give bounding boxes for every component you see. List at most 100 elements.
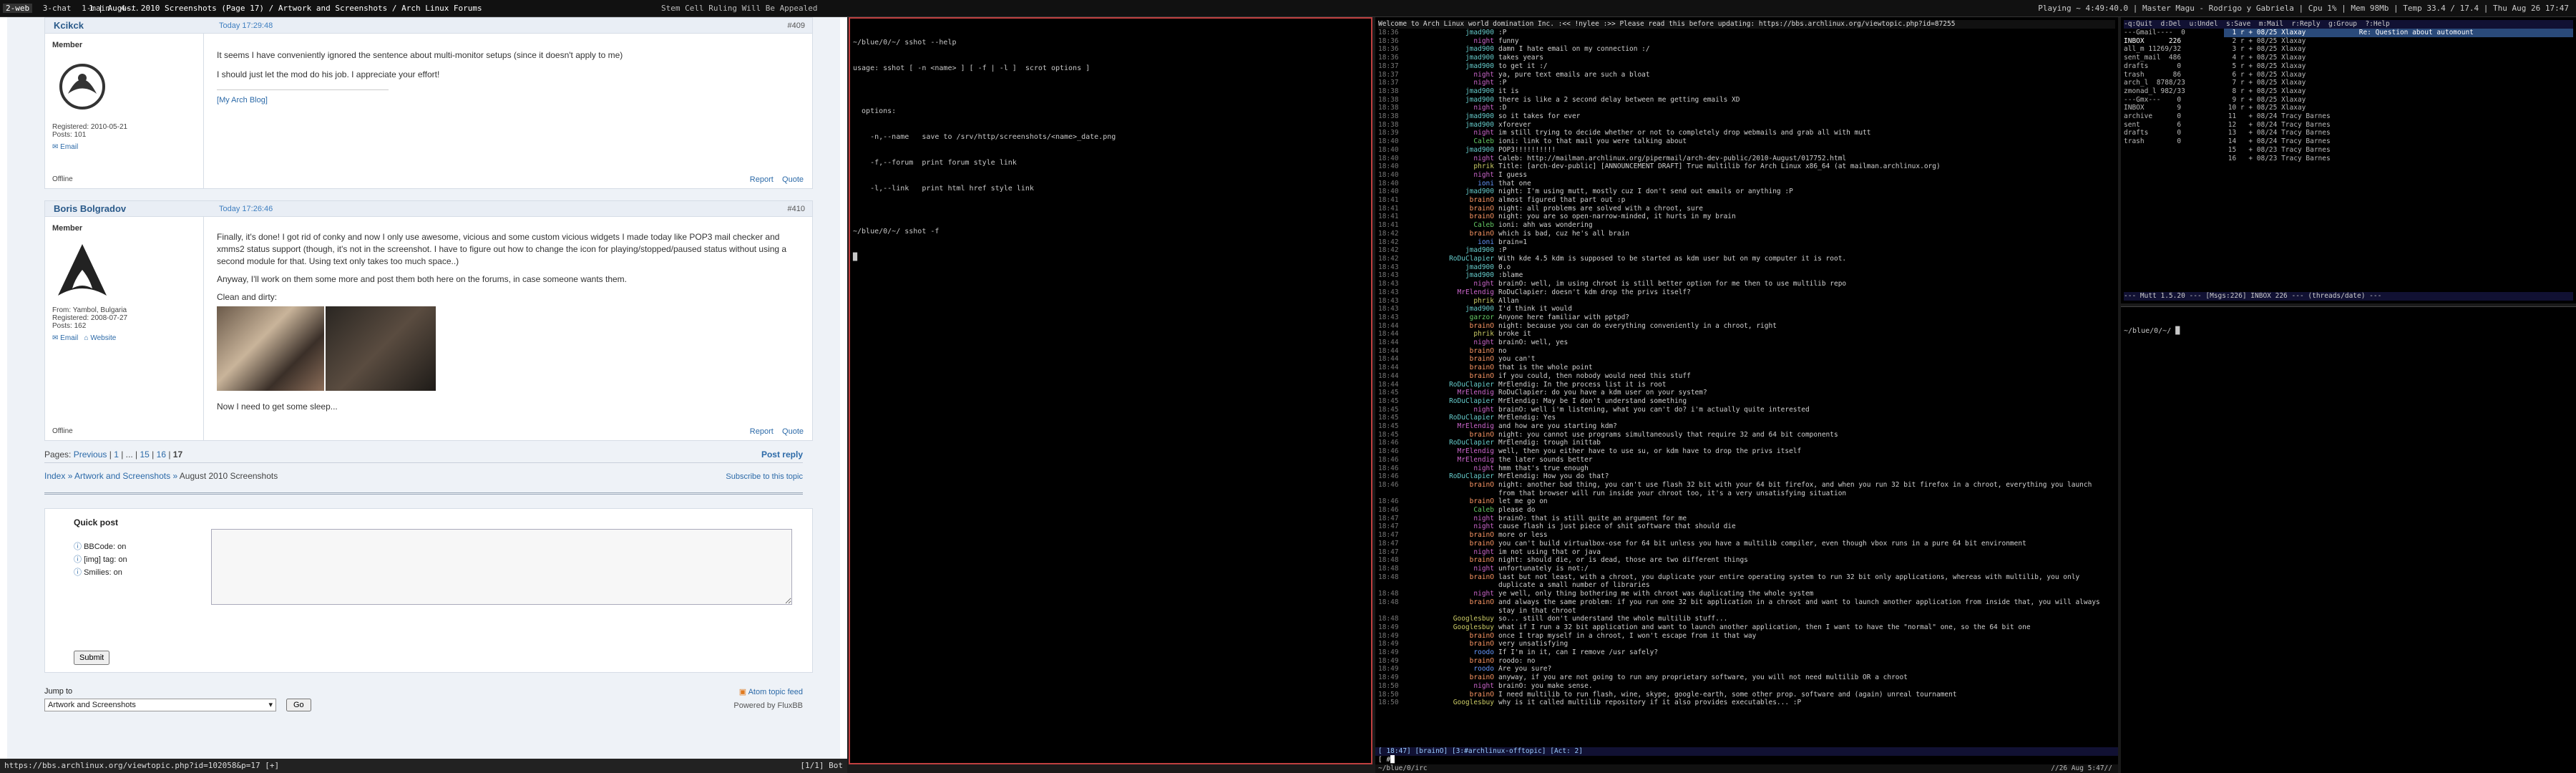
irc-topic: Welcome to Arch Linux world domination I… xyxy=(1378,20,2115,29)
browser-window: Kcikck Today 17:29:48 #409 Member Regist… xyxy=(0,17,847,773)
mail-index-row[interactable]: 4 r + 08/25 Xlaxay xyxy=(2224,54,2573,62)
post-reply-link[interactable]: Post reply xyxy=(761,449,803,460)
irc-clock: //26 Aug 5:47// xyxy=(2051,764,2112,772)
mail-folder[interactable]: zmonad_l 982/33 xyxy=(2124,87,2224,96)
mail-index-row[interactable]: 3 r + 08/25 Xlaxay xyxy=(2224,45,2573,54)
screenshot-thumbnail[interactable] xyxy=(326,306,436,391)
website-link[interactable]: ⌂ Website xyxy=(84,334,117,342)
email-link[interactable]: ✉ Email xyxy=(52,143,196,151)
post-number[interactable]: #409 xyxy=(788,18,805,34)
mail-index-row[interactable]: 9 r + 08/25 Xlaxay xyxy=(2224,96,2573,104)
quick-post-box: Quick post ⓘ BBCode: on ⓘ [img] tag: on … xyxy=(44,508,813,673)
post-time[interactable]: Today 17:29:48 xyxy=(219,18,273,34)
quote-link[interactable]: Quote xyxy=(782,175,804,184)
post-time[interactable]: Today 17:26:46 xyxy=(219,201,273,217)
mail-index-row[interactable]: 14 + 08/24 Tracy Barnes xyxy=(2224,137,2573,146)
mail-folder[interactable]: trash 0 xyxy=(2124,137,2224,146)
atom-feed-link[interactable]: ▣ Atom topic feed xyxy=(739,687,803,696)
irc-client: Welcome to Arch Linux world domination I… xyxy=(1375,17,2118,773)
mail-folder[interactable]: drafts 0 xyxy=(2124,129,2224,137)
irc-message: 18:49 brainO very unsatisfying xyxy=(1378,640,1568,648)
irc-message: duplicate a small number of libraries xyxy=(1498,581,1650,590)
post-number[interactable]: #410 xyxy=(788,201,805,217)
irc-message: 18:46 MrElendig well, then you either have… xyxy=(1378,447,1802,456)
arch-logo-avatar xyxy=(58,244,107,296)
irc-message: 18:43 night brainO: well, im using chroot … xyxy=(1378,280,1847,288)
mail-index-row[interactable]: 6 r + 08/25 Xlaxay xyxy=(2224,71,2573,79)
shell-terminal[interactable]: ~/blue/0/~/ sshot --help usage: sshot [ … xyxy=(849,17,1372,764)
irc-message: 18:40 Caleb ioni: link to that mail you we… xyxy=(1378,137,1687,146)
post-author[interactable]: Kcikck xyxy=(54,20,84,31)
shell-cursor[interactable]: █ xyxy=(853,253,1368,262)
mail-folder[interactable]: ---Gmx--- 0 xyxy=(2124,96,2224,104)
irc-message: 18:42 jmad900:P xyxy=(1378,246,1507,255)
mail-index-row[interactable]: 16 + 08/23 Tracy Barnes xyxy=(2224,155,2573,163)
mail-index-row[interactable]: 2 r + 08/25 Xlaxay xyxy=(2224,37,2573,46)
mail-index-row[interactable]: 5 r + 08/25 Xlaxay xyxy=(2224,62,2573,71)
message-textarea[interactable] xyxy=(211,529,792,605)
breadcrumb-forum[interactable]: Artwork and Screenshots xyxy=(74,471,170,481)
screenshot-thumbnails xyxy=(217,306,805,391)
page-link[interactable]: 15 xyxy=(140,449,149,460)
mail-index-row[interactable]: 12 + 08/24 Tracy Barnes xyxy=(2224,121,2573,130)
screenshot-thumbnail[interactable] xyxy=(217,306,324,391)
mutt-statusbar: --- Mutt 1.5.20 --- [Msgs:226] INBOX 226… xyxy=(2124,292,2573,301)
irc-message: 18:37 jmad900 to get it :/ xyxy=(1378,62,1548,70)
forum-page: Kcikck Today 17:29:48 #409 Member Regist… xyxy=(7,17,840,759)
mail-folder[interactable]: sent_mail 486 xyxy=(2124,54,2224,62)
post-author-info: Member From: Yambol, Bulgaria Registered… xyxy=(45,217,204,440)
quote-link[interactable]: Quote xyxy=(782,427,804,436)
mail-index-row[interactable]: 11 + 08/24 Tracy Barnes xyxy=(2224,112,2573,121)
mail-folder[interactable]: ---Gmail---- 0 xyxy=(2124,29,2224,37)
irc-message: 18:42 brainO which is bad, cuz he's all br… xyxy=(1378,229,1630,238)
mail-folder[interactable]: INBOX 226 xyxy=(2124,37,2224,46)
irc-message: 18:38 jmad900 xforever xyxy=(1378,120,1531,129)
mail-folder[interactable]: INBOX 9 xyxy=(2124,104,2224,112)
go-button[interactable]: Go xyxy=(286,699,311,711)
irc-message: 18:43 garzor Anyone here familiar with ppt… xyxy=(1378,313,1630,321)
irc-message: 18:41 brainO night: you are so open-narrow… xyxy=(1378,213,1736,221)
irc-message: 18:47 night im not using that or java xyxy=(1378,548,1601,556)
post-paragraph: Clean and dirty: xyxy=(217,292,278,302)
post-author[interactable]: Boris Bolgradov xyxy=(54,203,126,214)
smilies-help-link[interactable]: ⓘ Smilies: on xyxy=(74,566,127,579)
email-link[interactable]: ✉ Email xyxy=(52,334,78,342)
mail-index-row[interactable]: 8 r + 08/25 Xlaxay xyxy=(2224,87,2573,96)
signature-link[interactable]: [My Arch Blog] xyxy=(217,94,805,107)
img-tag-help-link[interactable]: ⓘ [img] tag: on xyxy=(74,553,127,566)
breadcrumb-index[interactable]: Index xyxy=(44,471,65,481)
mail-folder[interactable]: sent 6 xyxy=(2124,121,2224,130)
mail-index-row[interactable]: 13 + 08/24 Tracy Barnes xyxy=(2224,129,2573,137)
mail-index-row[interactable]: 15 + 08/23 Tracy Barnes xyxy=(2224,146,2573,155)
mail-index-row[interactable]: 1 r + 08/25 Xlaxay Re: Question about au… xyxy=(2224,29,2573,37)
mail-folder[interactable]: all_m 11269/32 xyxy=(2124,45,2224,54)
mail-folder[interactable]: trash 86 xyxy=(2124,71,2224,79)
jump-select[interactable]: Artwork and Screenshots ▾ xyxy=(44,699,276,711)
mail-index-row[interactable]: 7 r + 08/25 Xlaxay xyxy=(2224,79,2573,87)
shell-prompt[interactable]: ~/blue/0/~/ █ xyxy=(2124,327,2573,336)
window-title: 1 | August 2010 Screenshots (Page 17) / … xyxy=(89,4,482,13)
report-link[interactable]: Report xyxy=(750,175,774,184)
irc-message: 18:39 night im still trying to decide whet… xyxy=(1378,129,1871,137)
irc-message: 18:49 brainO once I trap myself in a chroo… xyxy=(1378,631,1757,640)
subscribe-link[interactable]: Subscribe to this topic xyxy=(726,472,803,481)
page-link[interactable]: 1 xyxy=(114,449,119,460)
mail-folder[interactable]: arch_l 8788/23 xyxy=(2124,79,2224,87)
breadcrumb: Index » Artwork and Screenshots » August… xyxy=(44,471,278,481)
report-link[interactable]: Report xyxy=(750,427,774,436)
page-link[interactable]: 16 xyxy=(157,449,166,460)
tag-1[interactable]: 2-web xyxy=(3,4,33,13)
irc-message: 18:48 brainO and always the same problem: … xyxy=(1378,598,2100,606)
irc-input[interactable]: [ #█ xyxy=(1375,756,2118,764)
mail-folder[interactable]: drafts 0 xyxy=(2124,62,2224,71)
shell-line: -f,--forum print forum style link xyxy=(853,159,1017,167)
irc-message: 18:38 jmad900 so it takes for ever xyxy=(1378,112,1581,121)
submit-button[interactable]: Submit xyxy=(74,651,110,665)
irc-message: 18:47 night cause flash is just piece of s… xyxy=(1378,522,1736,531)
tag-2[interactable]: 3-chat xyxy=(43,4,72,13)
prev-page-link[interactable]: Previous xyxy=(74,449,107,460)
bbcode-help-link[interactable]: ⓘ BBCode: on xyxy=(74,540,127,553)
lower-terminal[interactable]: ~/blue/0/~/ █ xyxy=(2121,306,2576,773)
mail-folder[interactable]: archive 0 xyxy=(2124,112,2224,121)
mail-index-row[interactable]: 10 r + 08/25 Xlaxay xyxy=(2224,104,2573,112)
